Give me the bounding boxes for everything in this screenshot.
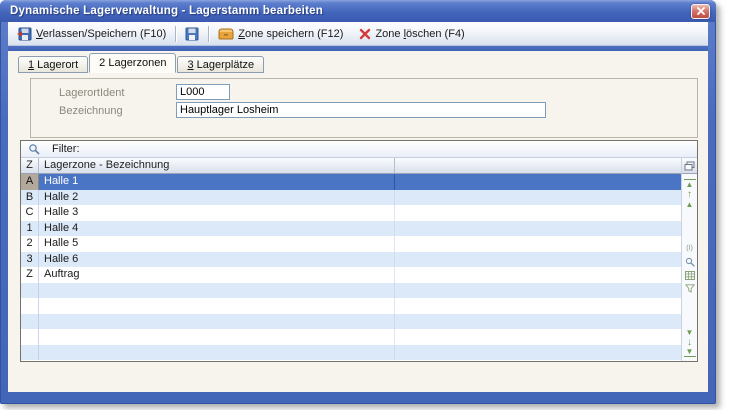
table-row-empty[interactable] <box>21 329 681 345</box>
content-area: 1 Lagerort 2 Lagerzonen 3 Lagerplätze La… <box>8 51 708 392</box>
save-icon <box>185 27 199 41</box>
cell-zone-name: Halle 3 <box>39 205 395 221</box>
lagerzonen-table-panel: Filter: Z Lagerzone - Bezeichnung A Hall… <box>20 140 698 362</box>
close-button[interactable] <box>691 4 710 19</box>
grid-sum-icon[interactable] <box>685 271 695 280</box>
table-row-empty[interactable] <box>21 283 681 299</box>
prev-row-icon[interactable]: ▲ <box>684 199 696 209</box>
window-title: Dynamische Lagerverwaltung - Lagerstamm … <box>10 5 691 17</box>
table-row[interactable]: C Halle 3 <box>21 205 681 221</box>
table-header[interactable]: Z Lagerzone - Bezeichnung <box>21 158 681 174</box>
table-row-empty[interactable] <box>21 345 681 361</box>
zone-delete-button[interactable]: Zone löschen (F4) <box>354 24 469 44</box>
filter-bar: Filter: <box>21 141 697 158</box>
zone-delete-label: Zone löschen (F4) <box>375 24 464 44</box>
cell-zone-code: 3 <box>21 252 39 268</box>
close-icon <box>697 7 705 15</box>
table-row[interactable]: B Halle 2 <box>21 190 681 206</box>
filter-funnel-icon[interactable] <box>685 284 695 293</box>
table-row[interactable]: 3 Halle 6 <box>21 252 681 268</box>
save-exit-label: Verlassen/Speichern (F10) <box>36 24 166 44</box>
tab-lagerort[interactable]: 1 Lagerort <box>18 56 88 73</box>
grid: Z Lagerzone - Bezeichnung A Halle 1 B Ha… <box>21 158 681 361</box>
goto-last-row-icon[interactable]: ▼ <box>684 347 696 357</box>
titlebar[interactable]: Dynamische Lagerverwaltung - Lagerstamm … <box>0 0 716 22</box>
cell-filler <box>395 221 681 237</box>
table-row[interactable]: 2 Halle 5 <box>21 236 681 252</box>
lagerort-group: LagerortIdent L000 Bezeichnung Hauptlage… <box>30 78 698 138</box>
bezeichnung-label: Bezeichnung <box>59 105 123 117</box>
save-button[interactable] <box>180 24 204 44</box>
cell-filler <box>395 205 681 221</box>
filter-magnifier-icon <box>28 143 40 155</box>
cell-zone-code: A <box>21 174 39 190</box>
tab-strip: 1 Lagerort 2 Lagerzonen 3 Lagerplätze <box>18 53 265 73</box>
bezeichnung-field[interactable]: Hauptlager Losheim <box>176 102 546 118</box>
cell-zone-code: 1 <box>21 221 39 237</box>
save-exit-icon <box>17 27 32 41</box>
save-exit-button[interactable]: Verlassen/Speichern (F10) <box>12 24 171 44</box>
delete-x-icon <box>359 28 371 40</box>
cell-filler <box>395 236 681 252</box>
grid-nav-strip: ▲ ↑ ▲ (I) <box>681 158 697 361</box>
cell-zone-name: Halle 2 <box>39 190 395 206</box>
column-chooser-button[interactable] <box>682 158 697 174</box>
header-zone-name[interactable]: Lagerzone - Bezeichnung <box>39 158 395 173</box>
next-row-icon[interactable]: ▼ <box>684 327 696 337</box>
header-zone-code[interactable]: Z <box>21 158 39 173</box>
cell-zone-code: C <box>21 205 39 221</box>
goto-first-row-icon[interactable]: ▲ <box>684 179 696 189</box>
table-row[interactable]: Z Auftrag <box>21 267 681 283</box>
tab-lagerzonen[interactable]: 2 Lagerzonen <box>89 53 176 73</box>
toolbar: Verlassen/Speichern (F10) Zone speichern… <box>8 22 708 46</box>
filter-label: Filter: <box>52 143 80 155</box>
toolbar-separator <box>208 26 209 42</box>
zone-save-label: Zone speichern (F12) <box>238 24 343 44</box>
lagerort-ident-label: LagerortIdent <box>59 87 124 99</box>
header-filler <box>395 158 681 173</box>
cell-filler <box>395 267 681 283</box>
table-row[interactable]: 1 Halle 4 <box>21 221 681 237</box>
cell-zone-name: Halle 5 <box>39 236 395 252</box>
table-row-empty[interactable] <box>21 298 681 314</box>
cell-zone-code: Z <box>21 267 39 283</box>
page-down-icon[interactable]: ↓ <box>684 337 696 347</box>
app-window: Dynamische Lagerverwaltung - Lagerstamm … <box>0 0 716 404</box>
toolbar-separator <box>175 26 176 42</box>
cell-zone-name: Halle 1 <box>39 174 395 190</box>
cell-filler <box>395 190 681 206</box>
cell-zone-name: Auftrag <box>39 267 395 283</box>
search-icon[interactable] <box>685 257 695 267</box>
cell-filler <box>395 174 681 190</box>
card-view-icon[interactable]: (I) <box>686 244 693 253</box>
cell-zone-name: Halle 6 <box>39 252 395 268</box>
lagerort-ident-field[interactable]: L000 <box>176 84 230 100</box>
zone-save-icon <box>218 27 234 40</box>
table-row-selected[interactable]: A Halle 1 <box>21 174 681 190</box>
cell-filler <box>395 252 681 268</box>
page-up-icon[interactable]: ↑ <box>684 189 696 199</box>
zone-save-button[interactable]: Zone speichern (F12) <box>213 24 348 44</box>
cell-zone-name: Halle 4 <box>39 221 395 237</box>
cell-zone-code: B <box>21 190 39 206</box>
screenshot: Dynamische Lagerverwaltung - Lagerstamm … <box>0 0 732 410</box>
tab-lagerplaetze[interactable]: 3 Lagerplätze <box>177 56 264 73</box>
table-row-empty[interactable] <box>21 314 681 330</box>
column-chooser-icon <box>684 161 695 171</box>
cell-zone-code: 2 <box>21 236 39 252</box>
